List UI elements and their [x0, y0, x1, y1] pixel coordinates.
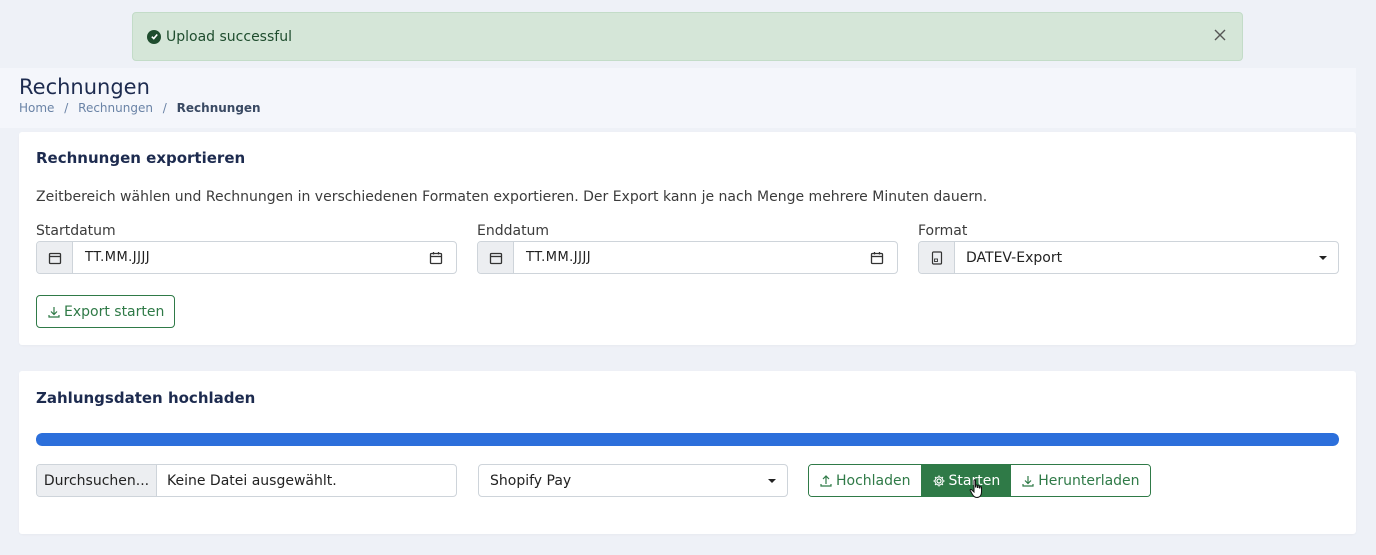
browse-button[interactable]: Durchsuchen...: [37, 465, 157, 496]
breadcrumb-separator: /: [162, 101, 167, 115]
check-circle-icon: [147, 29, 161, 44]
hand-pointer-icon: [969, 479, 982, 499]
breadcrumb-section[interactable]: Rechnungen: [78, 101, 153, 115]
upload-button[interactable]: Hochladen: [809, 465, 922, 496]
start-button[interactable]: Starten: [921, 465, 1012, 496]
upload-icon: [820, 474, 832, 487]
file-name: Keine Datei ausgewählt.: [167, 472, 337, 489]
chevron-down-icon[interactable]: [1308, 242, 1338, 273]
breadcrumb-current: Rechnungen: [176, 101, 261, 115]
upload-card-title: Zahlungsdaten hochladen: [36, 389, 256, 407]
breadcrumb-home[interactable]: Home: [19, 101, 54, 115]
start-date-field[interactable]: TT.MM.JJJJ: [36, 241, 457, 274]
page-header: Rechnungen Home / Rechnungen / Rechnunge…: [0, 68, 1356, 128]
upload-progress: [36, 433, 1339, 446]
format-value[interactable]: DATEV-Export: [955, 242, 1308, 273]
breadcrumb-separator: /: [64, 101, 69, 115]
end-date-label: Enddatum: [477, 223, 550, 239]
close-icon[interactable]: [1212, 27, 1228, 43]
page-title: Rechnungen: [19, 75, 150, 99]
calendar-picker-icon[interactable]: [857, 242, 897, 273]
calendar-icon: [37, 242, 73, 273]
format-label: Format: [918, 223, 968, 239]
download-button-label: Herunterladen: [1038, 472, 1140, 489]
export-card: Rechnungen exportieren Zeitbereich wähle…: [19, 132, 1356, 345]
download-button[interactable]: Herunterladen: [1011, 465, 1150, 496]
gear-icon: [933, 475, 945, 486]
calendar-icon: [478, 242, 514, 273]
chevron-down-icon[interactable]: [757, 465, 787, 496]
start-date-label: Startdatum: [36, 223, 116, 239]
upload-card: Zahlungsdaten hochladen Durchsuchen... K…: [19, 371, 1356, 534]
breadcrumb: Home / Rechnungen / Rechnungen: [19, 101, 1356, 115]
calendar-picker-icon[interactable]: [416, 242, 456, 273]
export-description: Zeitbereich wählen und Rechnungen in ver…: [36, 189, 988, 205]
format-select[interactable]: DATEV-Export: [918, 241, 1339, 274]
upload-progress-bar: [36, 433, 1339, 446]
end-date-input[interactable]: TT.MM.JJJJ: [514, 242, 857, 273]
export-start-button[interactable]: Export starten: [36, 295, 176, 328]
export-card-title: Rechnungen exportieren: [36, 149, 246, 167]
download-icon: [1022, 475, 1034, 487]
file-icon: [919, 242, 955, 273]
payment-provider-select[interactable]: Shopify Pay: [478, 464, 788, 497]
upload-success-alert: Upload successful: [132, 12, 1243, 61]
download-icon: [48, 306, 60, 318]
alert-message: Upload successful: [166, 28, 292, 45]
start-date-input[interactable]: TT.MM.JJJJ: [73, 242, 416, 273]
end-date-field[interactable]: TT.MM.JJJJ: [477, 241, 898, 274]
export-start-label: Export starten: [64, 303, 165, 320]
payment-provider-value[interactable]: Shopify Pay: [479, 465, 757, 496]
upload-button-label: Hochladen: [836, 472, 911, 489]
file-input[interactable]: Durchsuchen... Keine Datei ausgewählt.: [36, 464, 457, 497]
